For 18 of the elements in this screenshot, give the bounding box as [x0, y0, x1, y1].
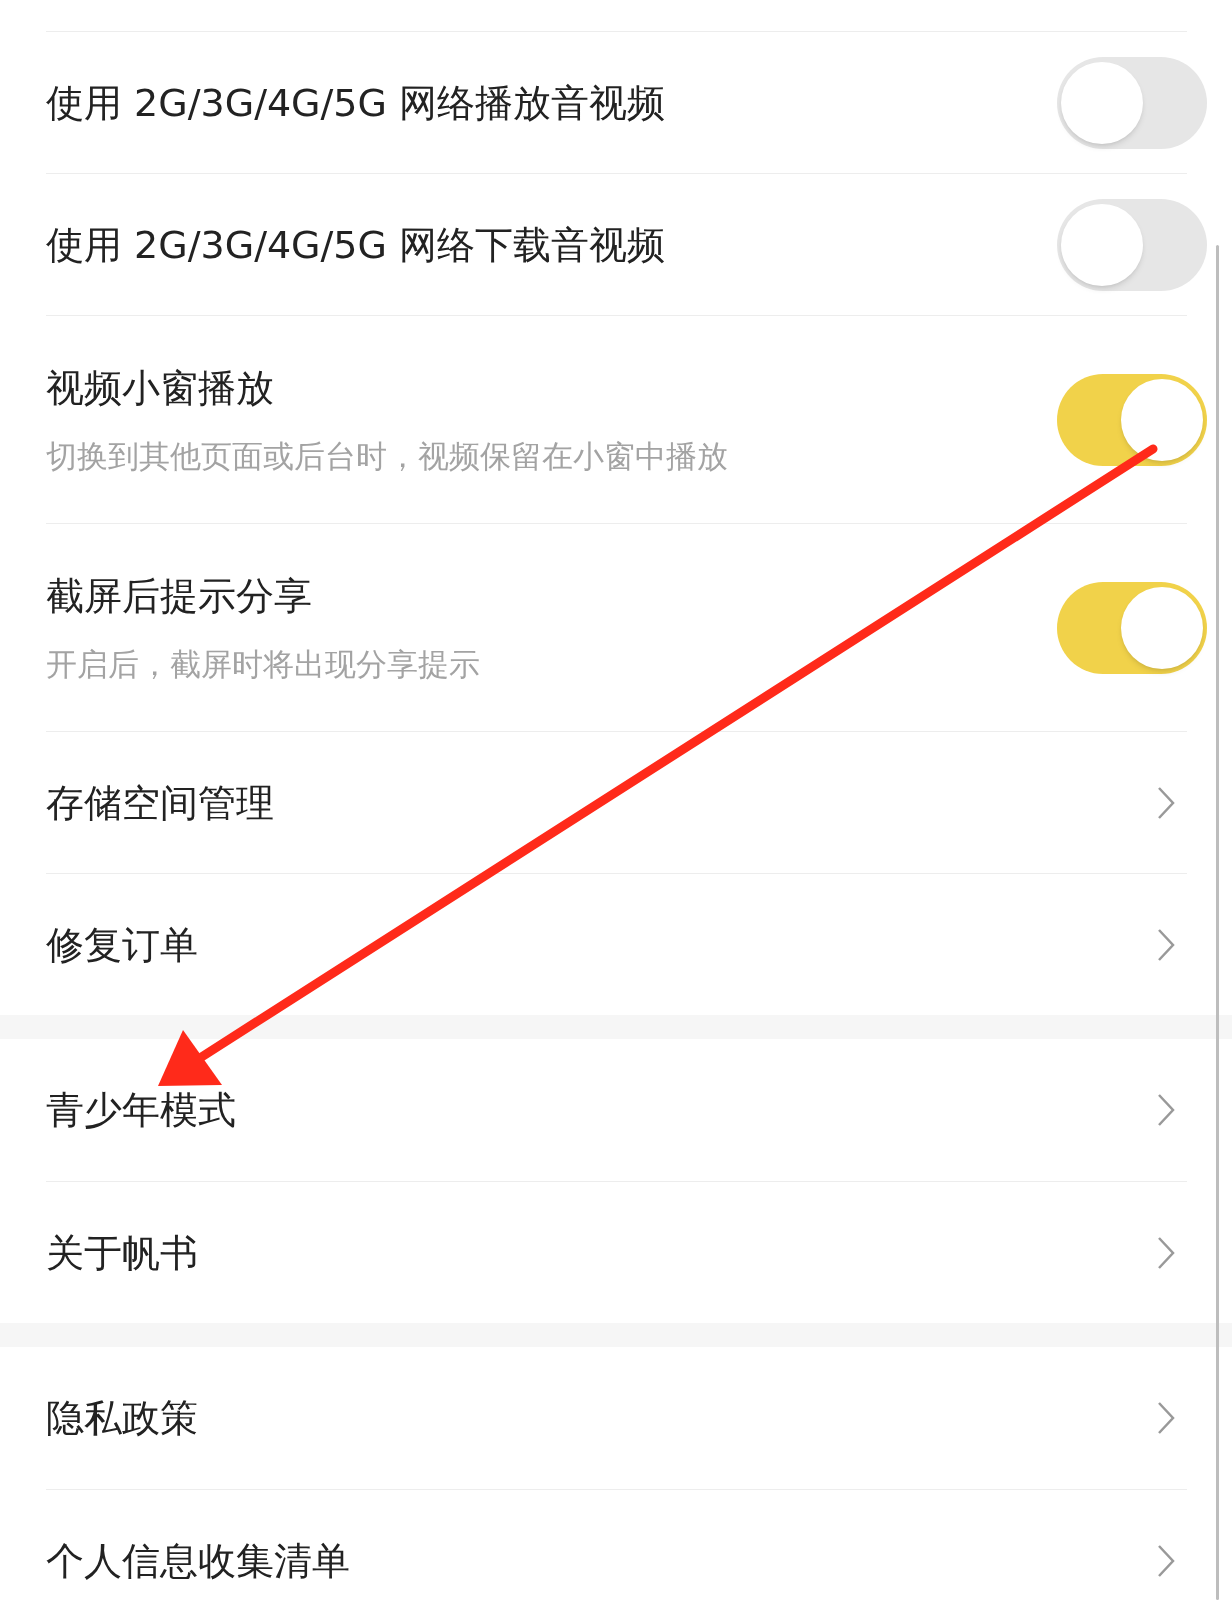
setting-description: 切换到其他页面或后台时，视频保留在小窗中播放: [46, 436, 728, 476]
setting-title: 使用 2G/3G/4G/5G 网络下载音视频: [46, 221, 666, 269]
setting-title: 个人信息收集清单: [46, 1537, 350, 1585]
setting-title: 修复订单: [46, 921, 198, 969]
setting-description: 开启后，截屏时将出现分享提示: [46, 644, 480, 684]
setting-title: 截屏后提示分享: [46, 572, 313, 620]
chevron-right-icon: [1157, 1543, 1175, 1578]
chevron-right-icon: [1157, 1401, 1175, 1435]
chevron-right-icon: [1157, 1093, 1175, 1127]
chevron-right-icon: [1157, 1235, 1175, 1270]
setting-title: 使用 2G/3G/4G/5G 网络播放音视频: [46, 79, 666, 127]
setting-title: 存储空间管理: [46, 779, 274, 827]
setting-title: 视频小窗播放: [46, 364, 275, 412]
chevron-right-icon: [1157, 785, 1175, 820]
setting-title: 隐私政策: [46, 1395, 198, 1442]
chevron-right-icon: [1157, 927, 1175, 962]
setting-title: 青少年模式: [46, 1087, 236, 1134]
setting-title: 关于帆书: [46, 1229, 198, 1277]
